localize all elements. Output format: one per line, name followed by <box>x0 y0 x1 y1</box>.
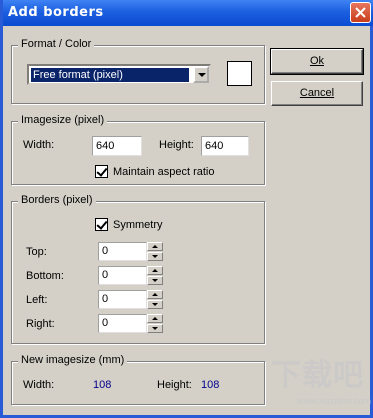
left-label: Left: <box>26 294 48 306</box>
close-button[interactable] <box>350 2 371 23</box>
width-label: Width: <box>23 139 55 151</box>
spin-down-icon[interactable] <box>147 300 163 309</box>
right-spinner[interactable] <box>147 314 163 333</box>
watermark-logo: 下载吧 www.xiazaiba.com <box>271 350 371 408</box>
new-imagesize-group: New imagesize (mm) Width: 108 Height: 10… <box>11 354 265 405</box>
right-input[interactable]: 0 <box>98 314 147 333</box>
new-imagesize-legend: New imagesize (mm) <box>18 354 128 366</box>
window-title: Add borders <box>8 5 104 20</box>
right-label: Right: <box>26 318 55 330</box>
bottom-spinner[interactable] <box>147 266 163 285</box>
borders-group: Borders (pixel) Symmetry Top: 0 Bottom: … <box>11 194 265 344</box>
format-select[interactable]: Free format (pixel) <box>27 64 211 85</box>
format-color-legend: Format / Color <box>18 38 95 50</box>
spin-down-icon[interactable] <box>147 252 163 261</box>
watermark-text: 下载吧 <box>271 358 364 393</box>
ok-button[interactable]: Ok <box>270 48 364 75</box>
title-bar[interactable]: Add borders <box>3 0 373 26</box>
spin-up-icon[interactable] <box>147 242 163 251</box>
format-color-group: Format / Color Free format (pixel) <box>11 38 265 104</box>
maintain-aspect-label[interactable]: Maintain aspect ratio <box>113 166 215 178</box>
height-label: Height: <box>159 139 194 151</box>
bottom-label: Bottom: <box>26 270 64 282</box>
width-input[interactable]: 640 <box>92 136 142 156</box>
top-spinner[interactable] <box>147 242 163 261</box>
imagesize-legend: Imagesize (pixel) <box>18 114 108 126</box>
borders-legend: Borders (pixel) <box>18 194 96 206</box>
watermark-url: www.xiazaiba.com <box>297 396 372 406</box>
close-icon <box>355 7 366 18</box>
chevron-down-icon[interactable] <box>193 66 209 83</box>
left-spinner[interactable] <box>147 290 163 309</box>
new-width-label: Width: <box>23 379 55 391</box>
symmetry-checkbox[interactable] <box>95 218 108 231</box>
symmetry-label[interactable]: Symmetry <box>113 219 163 231</box>
new-height-label: Height: <box>157 379 192 391</box>
top-input[interactable]: 0 <box>98 242 147 261</box>
bottom-input[interactable]: 0 <box>98 266 147 285</box>
top-label: Top: <box>26 246 47 258</box>
spin-down-icon[interactable] <box>147 276 163 285</box>
color-swatch[interactable] <box>227 61 252 86</box>
height-input[interactable]: 640 <box>201 136 249 156</box>
spin-down-icon[interactable] <box>147 324 163 333</box>
cancel-button[interactable]: Cancel <box>271 81 363 106</box>
spin-up-icon[interactable] <box>147 314 163 323</box>
format-select-value: Free format (pixel) <box>31 68 189 82</box>
maintain-aspect-checkbox[interactable] <box>95 165 108 178</box>
spin-up-icon[interactable] <box>147 266 163 275</box>
left-input[interactable]: 0 <box>98 290 147 309</box>
add-borders-dialog: Add borders Format / Color Free format (… <box>0 0 373 418</box>
new-height-value: 108 <box>201 379 220 391</box>
imagesize-group: Imagesize (pixel) Width: 640 Height: 640… <box>11 114 265 185</box>
spin-up-icon[interactable] <box>147 290 163 299</box>
new-width-value: 108 <box>93 379 112 391</box>
